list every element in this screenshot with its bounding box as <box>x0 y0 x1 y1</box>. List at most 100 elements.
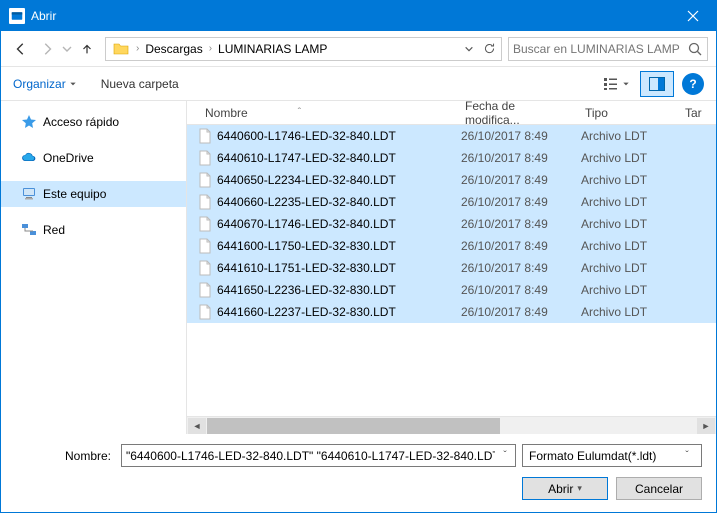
file-date: 26/10/2017 8:49 <box>453 129 573 143</box>
sort-indicator-icon: ˆ <box>298 107 301 118</box>
sidebar-item-label: Acceso rápido <box>43 115 119 129</box>
file-icon <box>197 128 213 144</box>
breadcrumb-downloads[interactable]: Descargas <box>141 40 206 58</box>
cloud-icon <box>21 150 37 166</box>
scroll-track[interactable] <box>207 418 696 434</box>
new-folder-button[interactable]: Nueva carpeta <box>101 77 179 91</box>
sidebar-item-this-pc[interactable]: Este equipo <box>1 181 186 207</box>
pc-icon <box>21 186 37 202</box>
scroll-right-button[interactable]: ► <box>697 418 715 434</box>
col-header-type[interactable]: Tipo <box>577 106 677 120</box>
sidebar-item-label: Red <box>43 223 65 237</box>
sidebar-item-quick-access[interactable]: Acceso rápido <box>1 109 186 135</box>
file-list: 6440600-L1746-LED-32-840.LDT 26/10/2017 8… <box>187 125 716 416</box>
folder-icon <box>112 40 130 58</box>
col-header-name[interactable]: Nombreˆ <box>197 106 457 120</box>
file-name: 6441660-L2237-LED-32-830.LDT <box>217 305 396 319</box>
file-row[interactable]: 6441600-L1750-LED-32-830.LDT 26/10/2017 8… <box>187 235 716 257</box>
file-date: 26/10/2017 8:49 <box>453 151 573 165</box>
file-date: 26/10/2017 8:49 <box>453 239 573 253</box>
file-icon <box>197 282 213 298</box>
file-date: 26/10/2017 8:49 <box>453 261 573 275</box>
open-button[interactable]: Abrir ▾ <box>522 477 608 500</box>
file-row[interactable]: 6440670-L1746-LED-32-840.LDT26/10/2017 8… <box>187 213 716 235</box>
scroll-left-button[interactable]: ◄ <box>188 418 206 434</box>
file-date: 26/10/2017 8:49 <box>453 195 573 209</box>
file-name: 6440650-L2234-LED-32-840.LDT <box>217 173 396 187</box>
close-button[interactable] <box>670 1 716 31</box>
file-date: 26/10/2017 8:49 <box>453 173 573 187</box>
col-header-date[interactable]: Fecha de modifica... <box>457 101 577 127</box>
address-dropdown[interactable] <box>459 39 479 59</box>
col-header-size[interactable]: Tar <box>677 106 716 120</box>
file-icon <box>197 150 213 166</box>
footer: Nombre: ˇ Formato Eulumdat(*.ldt) ˇ Abri… <box>1 434 716 512</box>
file-type: Archivo LDT <box>573 217 693 231</box>
filename-label: Nombre: <box>15 449 115 463</box>
file-name: 6441600-L1750-LED-32-830.LDT <box>217 239 396 253</box>
address-bar[interactable]: › Descargas › LUMINARIAS LAMP <box>105 37 502 61</box>
file-name: 6441610-L1751-LED-32-830.LDT <box>217 261 396 275</box>
file-type: Archivo LDT <box>573 261 693 275</box>
sidebar-item-onedrive[interactable]: OneDrive <box>1 145 186 171</box>
star-icon <box>21 114 37 130</box>
main-panel: Nombreˆ Fecha de modifica... Tipo Tar 64… <box>187 101 716 434</box>
filter-label: Formato Eulumdat(*.ldt) <box>529 449 679 463</box>
scroll-thumb[interactable] <box>207 418 500 434</box>
open-button-label: Abrir <box>548 482 573 496</box>
sidebar-item-network[interactable]: Red <box>1 217 186 243</box>
filetype-filter[interactable]: Formato Eulumdat(*.ldt) ˇ <box>522 444 702 467</box>
search-box[interactable] <box>508 37 708 61</box>
file-date: 26/10/2017 8:49 <box>453 283 573 297</box>
column-headers: Nombreˆ Fecha de modifica... Tipo Tar <box>187 101 716 125</box>
file-type: Archivo LDT <box>573 283 693 297</box>
file-row[interactable]: 6440660-L2235-LED-32-840.LDT 26/10/2017 8… <box>187 191 716 213</box>
chevron-down-icon: ▾ <box>577 483 582 494</box>
refresh-button[interactable] <box>479 39 499 59</box>
network-icon <box>21 222 37 238</box>
window-title: Abrir <box>31 9 670 23</box>
file-name: 6440600-L1746-LED-32-840.LDT <box>217 129 396 143</box>
dialog-body: Acceso rápido OneDrive Este equipo Red N… <box>1 101 716 434</box>
horizontal-scrollbar[interactable]: ◄ ► <box>187 416 716 434</box>
file-date: 26/10/2017 8:49 <box>453 217 573 231</box>
nav-row: › Descargas › LUMINARIAS LAMP <box>1 31 716 67</box>
sidebar: Acceso rápido OneDrive Este equipo Red <box>1 101 187 434</box>
file-name: 6441650-L2236-LED-32-830.LDT <box>217 283 396 297</box>
file-date: 26/10/2017 8:49 <box>453 305 573 319</box>
back-button[interactable] <box>9 37 33 61</box>
view-mode-dropdown[interactable] <box>594 71 638 97</box>
organize-menu[interactable]: Organizar <box>13 77 77 91</box>
cancel-button[interactable]: Cancelar <box>616 477 702 500</box>
file-icon <box>197 238 213 254</box>
sidebar-item-label: OneDrive <box>43 151 94 165</box>
chevron-down-icon[interactable]: ˇ <box>497 450 513 461</box>
up-button[interactable] <box>75 37 99 61</box>
open-dialog: Abrir › Descargas › LUMINARIAS LAMP <box>0 0 717 513</box>
file-row[interactable]: 6440610-L1747-LED-32-840.LDT26/10/2017 8… <box>187 147 716 169</box>
file-type: Archivo LDT <box>573 195 693 209</box>
help-button[interactable]: ? <box>682 73 704 95</box>
search-input[interactable] <box>513 42 687 56</box>
preview-pane-toggle[interactable] <box>640 71 674 97</box>
breadcrumb-current[interactable]: LUMINARIAS LAMP <box>214 40 331 58</box>
file-row[interactable]: 6441650-L2236-LED-32-830.LDT 26/10/2017 8… <box>187 279 716 301</box>
file-name: 6440660-L2235-LED-32-840.LDT <box>217 195 396 209</box>
file-row[interactable]: 6441610-L1751-LED-32-830.LDT 26/10/2017 8… <box>187 257 716 279</box>
file-row[interactable]: 6440600-L1746-LED-32-840.LDT 26/10/2017 8… <box>187 125 716 147</box>
history-dropdown[interactable] <box>61 37 73 61</box>
button-row: Abrir ▾ Cancelar <box>15 477 702 500</box>
forward-button[interactable] <box>35 37 59 61</box>
filename-combo[interactable]: ˇ <box>121 444 516 467</box>
file-row[interactable]: 6440650-L2234-LED-32-840.LDT 26/10/2017 8… <box>187 169 716 191</box>
file-type: Archivo LDT <box>573 239 693 253</box>
filename-row: Nombre: ˇ Formato Eulumdat(*.ldt) ˇ <box>15 444 702 467</box>
chevron-right-icon: › <box>207 43 214 54</box>
filename-input[interactable] <box>124 449 497 463</box>
organize-label: Organizar <box>13 77 66 91</box>
file-type: Archivo LDT <box>573 151 693 165</box>
file-icon <box>197 304 213 320</box>
file-row[interactable]: 6441660-L2237-LED-32-830.LDT 26/10/2017 8… <box>187 301 716 323</box>
chevron-down-icon[interactable]: ˇ <box>679 450 695 461</box>
app-icon <box>9 8 25 24</box>
